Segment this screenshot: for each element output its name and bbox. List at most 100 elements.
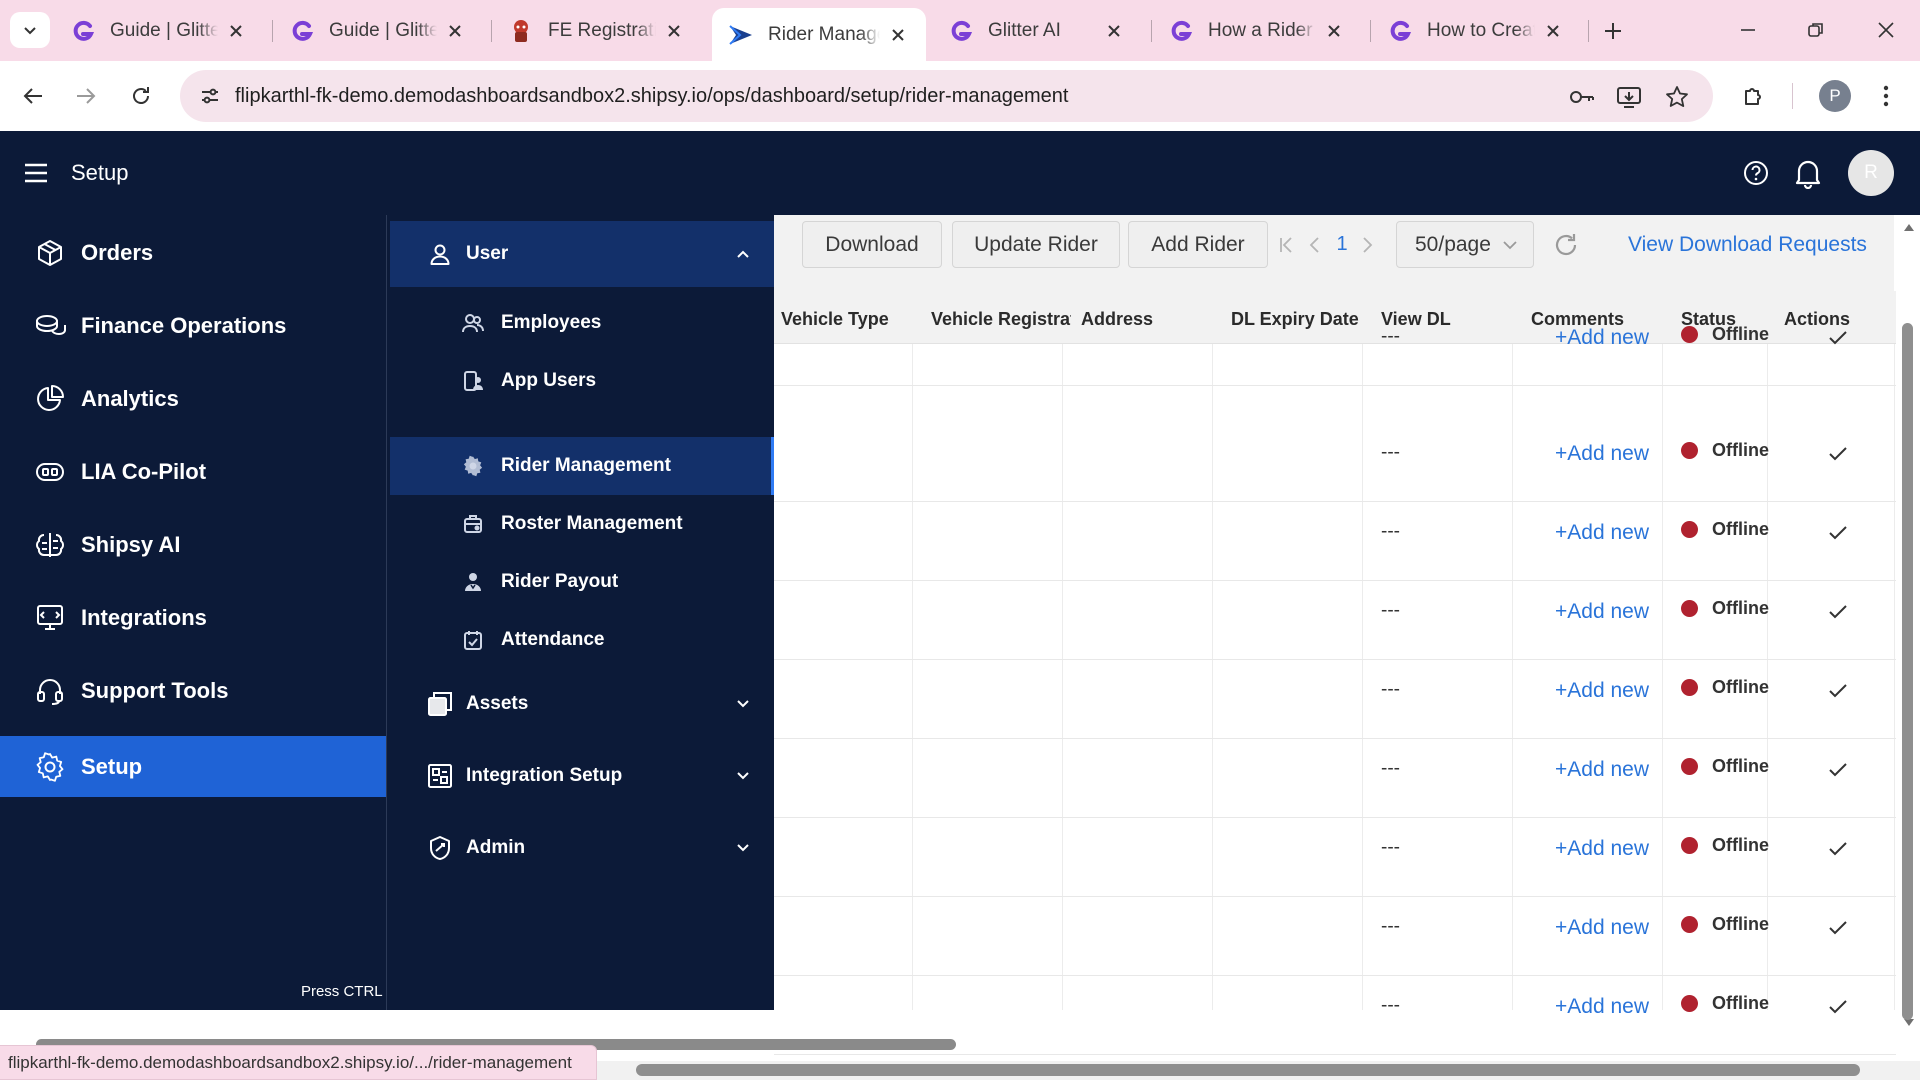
status-badge: Offline: [1681, 598, 1769, 619]
prev-page-button[interactable]: [1302, 221, 1326, 268]
roster-icon: [462, 513, 484, 535]
check-icon[interactable]: [1825, 678, 1851, 704]
sidebar-item-support-tools[interactable]: Support Tools: [0, 660, 386, 721]
add-comment-link[interactable]: +Add new: [1555, 837, 1655, 861]
integration-setup-icon: [426, 762, 454, 790]
browser-tab-active[interactable]: Rider Management: [712, 8, 926, 61]
submenu-item-app-users[interactable]: App Users: [390, 352, 775, 410]
check-icon[interactable]: [1825, 994, 1851, 1020]
check-icon[interactable]: [1825, 441, 1851, 467]
submenu-group-admin[interactable]: Admin: [390, 815, 775, 881]
browser-tab[interactable]: How to Create: [1371, 8, 1581, 54]
submenu-item-rider-management[interactable]: Rider Management: [390, 437, 775, 495]
add-comment-link[interactable]: +Add new: [1555, 916, 1655, 940]
next-page-button[interactable]: [1356, 221, 1380, 268]
sidebar-item-integrations[interactable]: Integrations: [0, 587, 386, 648]
close-icon[interactable]: [888, 25, 908, 45]
table-row: --- +Add new Offline: [774, 581, 1896, 660]
offline-dot-icon: [1681, 916, 1698, 933]
check-icon[interactable]: [1825, 599, 1851, 625]
sidebar-item-analytics[interactable]: Analytics: [0, 368, 386, 429]
close-icon[interactable]: [226, 21, 246, 41]
first-page-button[interactable]: [1274, 221, 1298, 268]
add-rider-button[interactable]: Add Rider: [1128, 221, 1268, 268]
new-tab-button[interactable]: [1596, 14, 1630, 48]
site-info-icon[interactable]: [194, 80, 226, 112]
vertical-scroll-thumb[interactable]: [1902, 323, 1913, 1020]
close-window-button[interactable]: [1858, 12, 1914, 48]
close-icon[interactable]: [445, 21, 465, 41]
user-avatar[interactable]: R: [1848, 150, 1894, 196]
refresh-icon[interactable]: [1552, 231, 1580, 259]
chevron-up-icon: [733, 244, 753, 264]
sidebar-item-label: LIA Co-Pilot: [81, 458, 207, 484]
status-text: Offline: [1712, 677, 1769, 697]
browser-tab[interactable]: Guide | Glitter AI: [54, 8, 264, 54]
forward-button[interactable]: [66, 76, 106, 116]
sidebar-item-finance-operations[interactable]: Finance Operations: [0, 295, 386, 356]
add-comment-link[interactable]: +Add new: [1555, 521, 1655, 545]
close-icon[interactable]: [1324, 21, 1344, 41]
download-button[interactable]: Download: [802, 221, 942, 268]
tab-title: How to Create: [1427, 20, 1535, 41]
check-icon[interactable]: [1825, 757, 1851, 783]
check-icon[interactable]: [1825, 915, 1851, 941]
status-text: Offline: [1712, 440, 1769, 460]
glitter-g-icon: [1387, 18, 1413, 44]
submenu-item-employees[interactable]: Employees: [390, 294, 775, 352]
browser-tab[interactable]: How a Rider r: [1152, 8, 1362, 54]
sidebar-item-setup[interactable]: Setup: [0, 736, 386, 797]
page-size-select[interactable]: 50/page: [1396, 221, 1534, 268]
hamburger-menu-button[interactable]: [22, 160, 50, 186]
add-comment-link[interactable]: +Add new: [1555, 758, 1655, 782]
scroll-up-arrow-icon[interactable]: [1903, 222, 1915, 232]
tab-search-button[interactable]: [10, 12, 50, 48]
browser-tab[interactable]: Glitter AI: [932, 8, 1142, 54]
browser-menu-button[interactable]: [1866, 76, 1906, 116]
update-rider-button[interactable]: Update Rider: [952, 221, 1120, 268]
profile-avatar[interactable]: P: [1819, 80, 1851, 112]
password-key-icon[interactable]: [1567, 82, 1597, 112]
glitter-g-icon: [289, 18, 315, 44]
add-comment-link[interactable]: +Add new: [1555, 442, 1655, 466]
submenu-group-label: Assets: [466, 693, 529, 714]
browser-tab[interactable]: Guide | Glitter AI: [273, 8, 483, 54]
back-button[interactable]: [13, 76, 53, 116]
add-comment-link[interactable]: +Add new: [1555, 600, 1655, 624]
install-app-icon[interactable]: [1614, 82, 1644, 112]
submenu-group-assets[interactable]: Assets: [390, 671, 775, 737]
notifications-button[interactable]: [1790, 155, 1826, 191]
check-icon[interactable]: [1825, 520, 1851, 546]
add-comment-link[interactable]: +Add new: [1555, 679, 1655, 703]
check-icon[interactable]: [1825, 325, 1851, 351]
close-icon[interactable]: [1543, 21, 1563, 41]
submenu-item-attendance[interactable]: Attendance: [390, 611, 775, 669]
help-button[interactable]: [1738, 155, 1774, 191]
sidebar-item-orders[interactable]: Orders: [0, 222, 386, 283]
reload-button[interactable]: [121, 76, 161, 116]
current-page[interactable]: 1: [1330, 221, 1354, 268]
sidebar-item-label: Shipsy AI: [81, 531, 181, 557]
add-comment-link[interactable]: +Add new: [1555, 995, 1655, 1019]
check-icon[interactable]: [1825, 836, 1851, 862]
sidebar-item-lia-co-pilot[interactable]: LIA Co-Pilot: [0, 441, 386, 502]
bookmark-star-icon[interactable]: [1662, 82, 1692, 112]
bell-icon: [1795, 160, 1821, 189]
submenu-item-rider-payout[interactable]: Rider Payout: [390, 553, 775, 611]
restore-button[interactable]: [1788, 12, 1844, 48]
submenu-group-integration-setup[interactable]: Integration Setup: [390, 743, 775, 809]
submenu-group-user[interactable]: User: [390, 221, 775, 287]
minimize-button[interactable]: [1720, 12, 1776, 48]
submenu-item-roster-management[interactable]: Roster Management: [390, 495, 775, 553]
add-comment-link[interactable]: +Add new: [1555, 326, 1655, 350]
address-bar[interactable]: flipkarthl-fk-demo.demodashboardsandbox2…: [180, 70, 1713, 122]
status-badge: Offline: [1681, 914, 1769, 935]
close-icon[interactable]: [664, 21, 684, 41]
browser-tab[interactable]: FE Registration: [492, 8, 702, 54]
sidebar-item-shipsy-ai[interactable]: Shipsy AI: [0, 514, 386, 575]
sidebar-item-label: Support Tools: [81, 677, 229, 703]
page-horizontal-scroll-thumb[interactable]: [636, 1064, 1860, 1076]
extensions-button[interactable]: [1734, 76, 1774, 116]
close-icon[interactable]: [1104, 21, 1124, 41]
view-download-requests-link[interactable]: View Download Requests: [1628, 221, 1867, 268]
